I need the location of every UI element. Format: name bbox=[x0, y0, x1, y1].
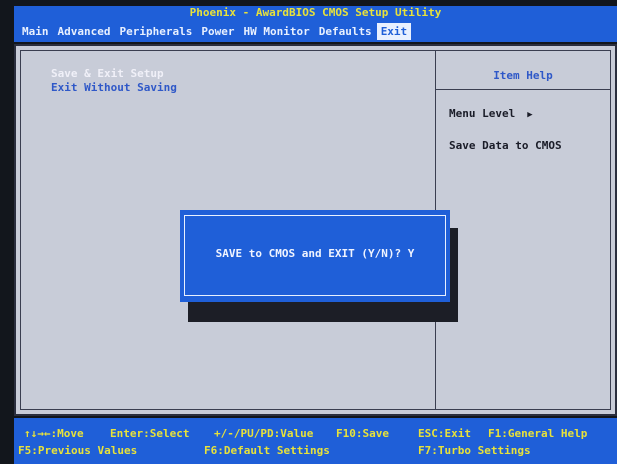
app-title: Phoenix - AwardBIOS CMOS Setup Utility bbox=[14, 6, 617, 20]
bios-screen: Phoenix - AwardBIOS CMOS Setup Utility M… bbox=[0, 0, 617, 464]
footer-enter: Enter:Select bbox=[110, 427, 190, 440]
menu-level-line: Menu Level ▶ bbox=[449, 107, 533, 120]
footer-row-2: F5:Previous Values F6:Default Settings F… bbox=[18, 444, 617, 458]
menu-hw-monitor[interactable]: HW Monitor bbox=[239, 23, 313, 40]
footer-save: F10:Save bbox=[336, 427, 389, 440]
menu-peripherals[interactable]: Peripherals bbox=[115, 23, 196, 40]
footer-turbo: F7:Turbo Settings bbox=[418, 444, 531, 457]
footer-row-1: ↑↓→←:Move Enter:Select +/-/PU/PD:Value F… bbox=[18, 427, 617, 441]
footer-prev: F5:Previous Values bbox=[18, 444, 138, 457]
item-help-title: Item Help bbox=[493, 69, 553, 82]
option-save-exit-setup[interactable]: Save & Exit Setup bbox=[51, 67, 177, 81]
menu-bar: Main Advanced Peripherals Power HW Monit… bbox=[14, 20, 617, 42]
footer-help: F1:General Help bbox=[488, 427, 588, 440]
menu-main[interactable]: Main bbox=[18, 23, 53, 40]
footer-value: +/-/PU/PD:Value bbox=[214, 427, 314, 440]
help-title-divider bbox=[436, 89, 610, 90]
option-exit-without-saving[interactable]: Exit Without Saving bbox=[51, 81, 177, 95]
key-help-footer: ↑↓→←:Move Enter:Select +/-/PU/PD:Value F… bbox=[14, 418, 617, 464]
menu-defaults[interactable]: Defaults bbox=[315, 23, 376, 40]
menu-advanced[interactable]: Advanced bbox=[54, 23, 115, 40]
menu-exit[interactable]: Exit bbox=[376, 22, 412, 40]
right-triangle-icon: ▶ bbox=[527, 110, 533, 120]
footer-defaults: F6:Default Settings bbox=[204, 444, 330, 457]
save-exit-dialog[interactable]: SAVE to CMOS and EXIT (Y/N)? Y bbox=[180, 210, 450, 302]
footer-move: ↑↓→←:Move bbox=[24, 427, 84, 440]
footer-exit: ESC:Exit bbox=[418, 427, 471, 440]
help-description: Save Data to CMOS bbox=[449, 139, 562, 152]
menu-level-label: Menu Level bbox=[449, 107, 516, 120]
menu-power[interactable]: Power bbox=[197, 23, 238, 40]
exit-options-list: Save & Exit Setup Exit Without Saving bbox=[51, 67, 177, 95]
dialog-prompt[interactable]: SAVE to CMOS and EXIT (Y/N)? Y bbox=[180, 247, 450, 260]
